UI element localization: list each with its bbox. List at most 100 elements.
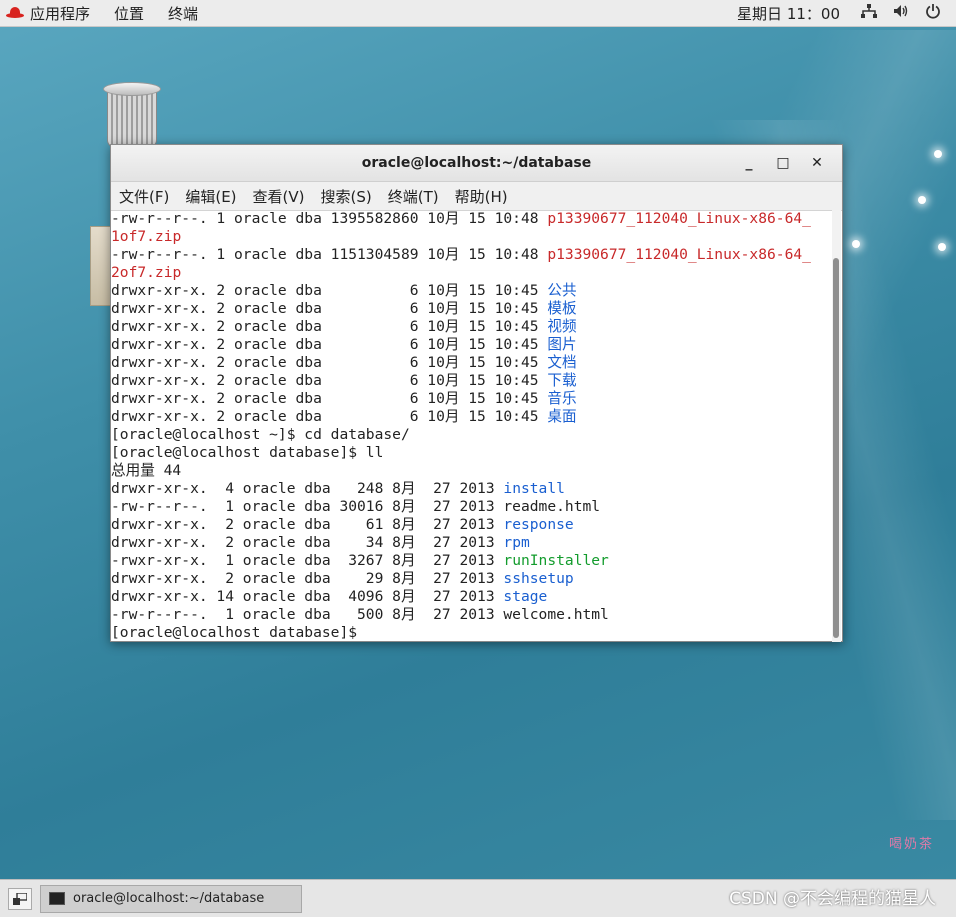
taskbar-terminal-label: oracle@localhost:~/database <box>73 891 265 906</box>
csdn-watermark: CSDN @不会编程的猫星人 <box>729 889 936 909</box>
sticker-text: 喝奶茶 <box>888 837 934 852</box>
terminal-filename: p13390677_112040_Linux-x86-64_ <box>547 246 811 263</box>
terminal-line: drwxr-xr-x. 2 oracle dba 6 10月 15 10:45 … <box>111 408 833 426</box>
terminal-filename: 1of7.zip <box>111 228 182 245</box>
terminal-filename: 下载 <box>547 372 577 389</box>
applications-menu-label: 应用程序 <box>30 4 91 23</box>
terminal-text: drwxr-xr-x. 2 oracle dba 29 8月 27 2013 <box>111 570 504 587</box>
terminal-line: drwxr-xr-x. 2 oracle dba 6 10月 15 10:45 … <box>111 390 833 408</box>
terminal-filename: install <box>503 480 565 497</box>
terminal-filename: 桌面 <box>547 408 577 425</box>
power-icon[interactable] <box>924 3 942 23</box>
terminal-text: [oracle@localhost database]$ <box>111 624 366 641</box>
menu-terminal[interactable]: 终端(T) <box>380 186 447 207</box>
desktop-glow-dot <box>938 243 946 251</box>
terminal-text: drwxr-xr-x. 2 oracle dba 6 10月 15 10:45 <box>111 282 548 299</box>
terminal-filename: 视频 <box>547 318 577 335</box>
terminal-line: drwxr-xr-x. 2 oracle dba 6 10月 15 10:45 … <box>111 282 833 300</box>
clock[interactable]: 星期日 11：00 <box>737 3 840 24</box>
terminal-text: -rw-r--r--. 1 oracle dba 500 8月 27 2013 … <box>111 606 609 623</box>
menu-search[interactable]: 搜索(S) <box>313 186 380 207</box>
terminal-line: -rwxr-xr-x. 1 oracle dba 3267 8月 27 2013… <box>111 552 833 570</box>
terminal-filename: runInstaller <box>503 552 609 569</box>
terminal-line: drwxr-xr-x. 2 oracle dba 6 10月 15 10:45 … <box>111 300 833 318</box>
show-desktop-icon[interactable] <box>8 887 32 910</box>
terminal-text: 总用量 44 <box>111 462 182 479</box>
terminal-icon <box>49 892 65 905</box>
terminal-filename: 公共 <box>547 282 577 299</box>
window-controls: _ □ ✕ <box>732 145 834 181</box>
close-button[interactable]: ✕ <box>800 155 834 171</box>
terminal-filename: 图片 <box>547 336 577 353</box>
terminal-line: [oracle@localhost ~]$ cd database/ <box>111 426 833 444</box>
volume-icon[interactable] <box>892 4 910 22</box>
terminal-text: drwxr-xr-x. 2 oracle dba 6 10月 15 10:45 <box>111 318 548 335</box>
desktop-glow-dot <box>934 150 942 158</box>
minimize-button[interactable]: _ <box>732 155 766 171</box>
terminal-text: drwxr-xr-x. 2 oracle dba 6 10月 15 10:45 <box>111 300 548 317</box>
taskbar-terminal-item[interactable]: oracle@localhost:~/database <box>40 884 302 913</box>
window-titlebar[interactable]: oracle@localhost:~/database _ □ ✕ <box>111 145 842 182</box>
system-tray: 星期日 11：00 <box>737 0 956 26</box>
terminal-text: -rwxr-xr-x. 1 oracle dba 3267 8月 27 2013 <box>111 552 504 569</box>
terminal-line: drwxr-xr-x. 4 oracle dba 248 8月 27 2013 … <box>111 480 833 498</box>
terminal-output[interactable]: -rw-r--r--. 1 oracle dba 1395582860 10月 … <box>111 210 833 642</box>
terminal-text: drwxr-xr-x. 2 oracle dba 61 8月 27 2013 <box>111 516 504 533</box>
terminal-line: drwxr-xr-x. 2 oracle dba 34 8月 27 2013 r… <box>111 534 833 552</box>
terminal-text: [oracle@localhost ~]$ cd database/ <box>111 426 410 443</box>
terminal-line: drwxr-xr-x. 2 oracle dba 29 8月 27 2013 s… <box>111 570 833 588</box>
maximize-button[interactable]: □ <box>766 155 800 171</box>
terminal-text: [oracle@localhost database]$ ll <box>111 444 384 461</box>
terminal-text: drwxr-xr-x. 2 oracle dba 34 8月 27 2013 <box>111 534 504 551</box>
terminal-filename: 2of7.zip <box>111 264 182 281</box>
terminal-text: drwxr-xr-x. 2 oracle dba 6 10月 15 10:45 <box>111 372 548 389</box>
terminal-line: -rw-r--r--. 1 oracle dba 30016 8月 27 201… <box>111 498 833 516</box>
terminal-text: -rw-r--r--. 1 oracle dba 1151304589 10月 … <box>111 246 548 263</box>
terminal-line: [oracle@localhost database]$ <box>111 624 833 642</box>
terminal-text: -rw-r--r--. 1 oracle dba 30016 8月 27 201… <box>111 498 601 515</box>
applications-menu[interactable]: 应用程序 <box>0 0 102 26</box>
terminal-app-menu-label: 终端 <box>168 4 199 23</box>
terminal-line: -rw-r--r--. 1 oracle dba 1151304589 10月 … <box>111 246 833 264</box>
menu-view[interactable]: 查看(V) <box>245 186 313 207</box>
terminal-line: drwxr-xr-x. 2 oracle dba 6 10月 15 10:45 … <box>111 372 833 390</box>
menu-help[interactable]: 帮助(H) <box>447 186 516 207</box>
terminal-filename: rpm <box>503 534 530 551</box>
terminal-text: drwxr-xr-x. 4 oracle dba 248 8月 27 2013 <box>111 480 504 497</box>
terminal-filename: p13390677_112040_Linux-x86-64_ <box>547 210 811 227</box>
terminal-line: drwxr-xr-x. 2 oracle dba 6 10月 15 10:45 … <box>111 318 833 336</box>
network-icon[interactable] <box>860 4 878 22</box>
terminal-line: drwxr-xr-x. 14 oracle dba 4096 8月 27 201… <box>111 588 833 606</box>
terminal-line: 2of7.zip <box>111 264 833 282</box>
menu-file[interactable]: 文件(F) <box>111 186 177 207</box>
terminal-text: drwxr-xr-x. 2 oracle dba 6 10月 15 10:45 <box>111 354 548 371</box>
window-menubar: 文件(F) 编辑(E) 查看(V) 搜索(S) 终端(T) 帮助(H) <box>111 182 842 211</box>
terminal-text: -rw-r--r--. 1 oracle dba 1395582860 10月 … <box>111 210 548 227</box>
desktop-glow-dot <box>852 240 860 248</box>
redhat-logo-icon <box>6 6 24 20</box>
terminal-line: 1of7.zip <box>111 228 833 246</box>
window-title: oracle@localhost:~/database <box>361 155 592 171</box>
terminal-scrollbar[interactable] <box>832 210 841 642</box>
trash-icon[interactable] <box>101 82 163 150</box>
terminal-filename: 文档 <box>547 354 577 371</box>
scrollbar-thumb[interactable] <box>833 258 839 638</box>
terminal-filename: sshsetup <box>503 570 574 587</box>
terminal-line: drwxr-xr-x. 2 oracle dba 6 10月 15 10:45 … <box>111 336 833 354</box>
terminal-text: drwxr-xr-x. 2 oracle dba 6 10月 15 10:45 <box>111 408 548 425</box>
menu-edit[interactable]: 编辑(E) <box>177 186 244 207</box>
terminal-filename: response <box>503 516 574 533</box>
terminal-line: -rw-r--r--. 1 oracle dba 1395582860 10月 … <box>111 210 833 228</box>
terminal-line: drwxr-xr-x. 2 oracle dba 6 10月 15 10:45 … <box>111 354 833 372</box>
terminal-window: oracle@localhost:~/database _ □ ✕ 文件(F) … <box>110 144 843 642</box>
places-menu[interactable]: 位置 <box>102 0 156 26</box>
terminal-line: [oracle@localhost database]$ ll <box>111 444 833 462</box>
desktop-glow-dot <box>918 196 926 204</box>
terminal-text: drwxr-xr-x. 14 oracle dba 4096 8月 27 201… <box>111 588 504 605</box>
terminal-line: drwxr-xr-x. 2 oracle dba 61 8月 27 2013 r… <box>111 516 833 534</box>
terminal-app-menu[interactable]: 终端 <box>156 0 210 26</box>
terminal-filename: 音乐 <box>547 390 577 407</box>
terminal-line: -rw-r--r--. 1 oracle dba 500 8月 27 2013 … <box>111 606 833 624</box>
places-menu-label: 位置 <box>114 4 145 23</box>
terminal-text: drwxr-xr-x. 2 oracle dba 6 10月 15 10:45 <box>111 390 548 407</box>
